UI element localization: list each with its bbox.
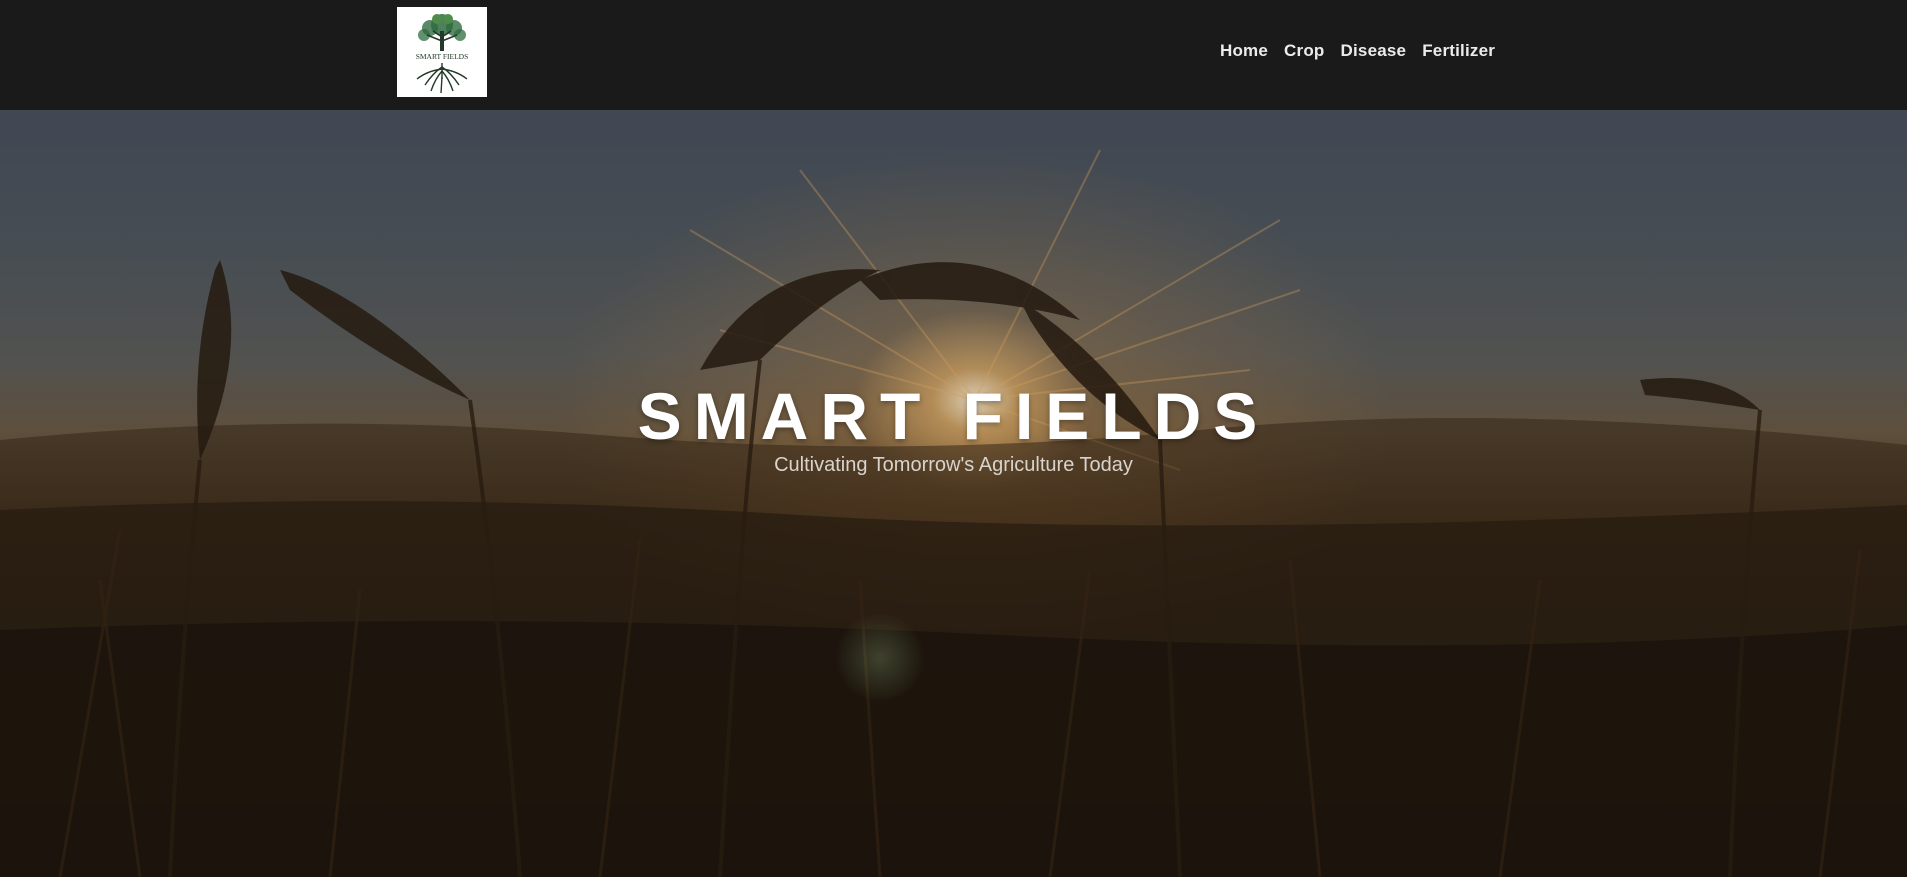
nav-fertilizer[interactable]: Fertilizer [1422,41,1495,61]
hero-overlay [0,110,1907,877]
nav-home[interactable]: Home [1220,41,1268,61]
hero-section [0,110,1907,877]
tree-roots-logo-icon: SMART FIELDS [397,7,487,97]
logo-text: SMART FIELDS [416,52,469,61]
page: SMART FIELDS Home Crop Disease Fertilize… [0,0,1907,877]
nav-disease[interactable]: Disease [1341,41,1407,61]
hero-title: SMART FIELDS [637,379,1270,453]
hero-subtitle: Cultivating Tomorrow's Agriculture Today [774,454,1133,476]
main-nav: Home Crop Disease Fertilizer [1220,38,1495,64]
nav-crop[interactable]: Crop [1284,41,1324,61]
navbar: SMART FIELDS Home Crop Disease Fertilize… [0,0,1907,110]
logo-link[interactable]: SMART FIELDS [397,7,487,97]
